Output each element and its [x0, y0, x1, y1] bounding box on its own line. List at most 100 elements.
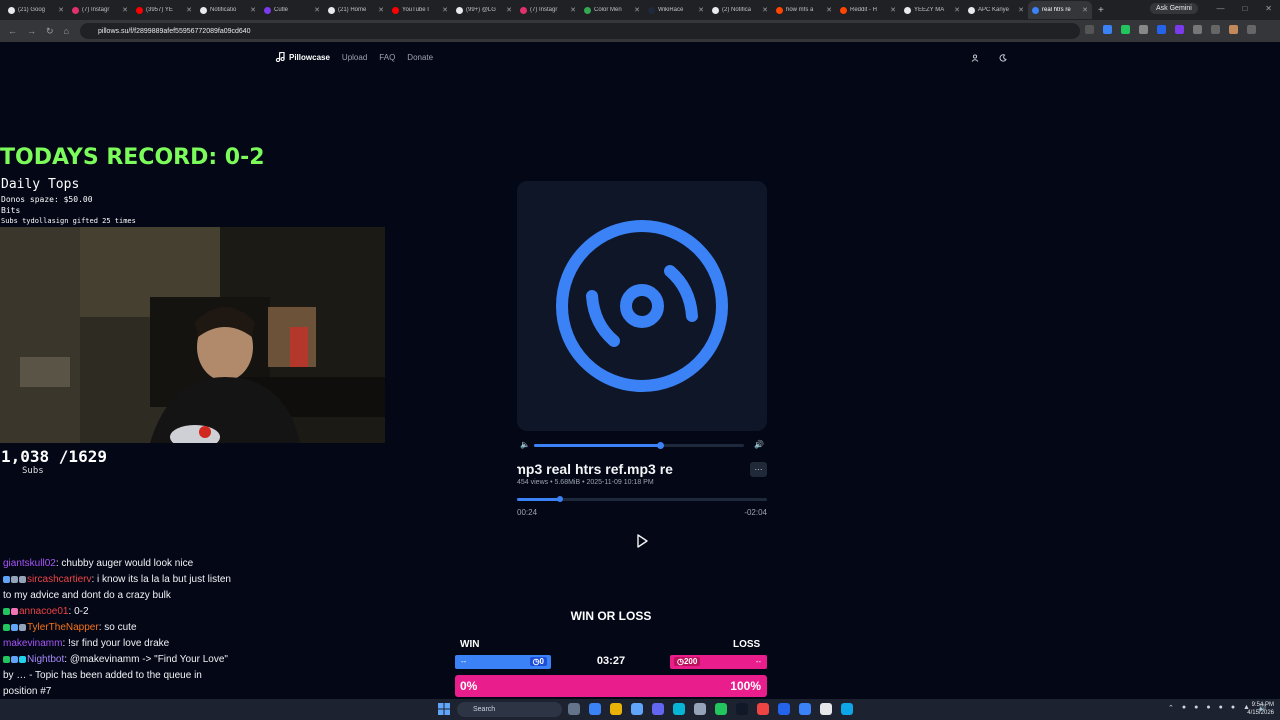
- tab-close-icon[interactable]: ✕: [122, 6, 128, 14]
- maximize-icon[interactable]: □: [1242, 4, 1247, 13]
- volume-high-icon[interactable]: 🔊: [754, 440, 764, 449]
- tab-close-icon[interactable]: ✕: [698, 6, 704, 14]
- volume-low-icon[interactable]: 🔈: [520, 440, 530, 449]
- back-icon[interactable]: ←: [8, 26, 17, 37]
- address-bar-row: ← → ↻ ⌂ pillows.su/f/f2899889afef5595677…: [0, 20, 1280, 42]
- tab-close-icon[interactable]: ✕: [442, 6, 448, 14]
- tray-app-icon[interactable]: ●: [1194, 704, 1198, 712]
- chat-username[interactable]: annacoe01: [19, 606, 69, 617]
- browser-tab[interactable]: Notificatio ✕: [196, 1, 260, 19]
- volume-knob[interactable]: [657, 442, 664, 449]
- tray-app-icon[interactable]: ●: [1231, 704, 1235, 712]
- app-icon[interactable]: [778, 703, 790, 715]
- tray-app-icon[interactable]: ●: [1206, 704, 1210, 712]
- edge-icon[interactable]: [841, 703, 853, 715]
- chat-username[interactable]: Nightbot: [27, 654, 64, 665]
- tab-close-icon[interactable]: ✕: [314, 6, 320, 14]
- windows-start-icon[interactable]: [438, 703, 450, 715]
- nav-donate[interactable]: Donate: [407, 53, 433, 62]
- taskbar-search[interactable]: Search: [457, 702, 562, 717]
- chat-username[interactable]: TylerTheNapper: [27, 622, 99, 633]
- extension-icon[interactable]: [1139, 25, 1148, 34]
- app-icon[interactable]: [673, 703, 685, 715]
- progress-knob[interactable]: [556, 496, 563, 502]
- browser-tab[interactable]: real htrs re ✕: [1028, 1, 1092, 19]
- minimize-icon[interactable]: —: [1216, 4, 1224, 13]
- user-icon[interactable]: [968, 51, 982, 65]
- new-tab-button[interactable]: +: [1098, 5, 1104, 16]
- file-explorer-icon[interactable]: [610, 703, 622, 715]
- browser-tab[interactable]: APC Kanye ✕: [964, 1, 1028, 19]
- tab-close-icon[interactable]: ✕: [58, 6, 64, 14]
- tab-close-icon[interactable]: ✕: [634, 6, 640, 14]
- chat-username[interactable]: sircashcartierv: [27, 574, 91, 585]
- profile-avatar[interactable]: [1229, 25, 1238, 34]
- brand-logo[interactable]: Pillowcase: [275, 52, 330, 62]
- app-icon[interactable]: [820, 703, 832, 715]
- forward-icon[interactable]: →: [27, 26, 36, 37]
- reload-icon[interactable]: ↻: [46, 26, 54, 37]
- tab-close-icon[interactable]: ✕: [570, 6, 576, 14]
- ask-gemini-button[interactable]: Ask Gemini: [1150, 3, 1198, 14]
- url-text: pillows.su/f/f2899889afef55956772089fa09…: [98, 27, 251, 35]
- nav-faq[interactable]: FAQ: [379, 53, 395, 62]
- app-icon[interactable]: [631, 703, 643, 715]
- browser-tab[interactable]: YEEZY MA ✕: [900, 1, 964, 19]
- browser-tab[interactable]: (99+) @LG ✕: [452, 1, 516, 19]
- app-icon[interactable]: [652, 703, 664, 715]
- taskbar-clock[interactable]: 9:54 PM 4/15/2026: [1240, 701, 1274, 717]
- app-icon[interactable]: [694, 703, 706, 715]
- browser-tab[interactable]: Cutle ✕: [260, 1, 324, 19]
- browser-tab[interactable]: how mfs a ✕: [772, 1, 836, 19]
- tab-close-icon[interactable]: ✕: [506, 6, 512, 14]
- extension-icon[interactable]: [1103, 25, 1112, 34]
- tab-close-icon[interactable]: ✕: [890, 6, 896, 14]
- chat-username[interactable]: giantskull02: [3, 558, 56, 569]
- tab-close-icon[interactable]: ✕: [826, 6, 832, 14]
- app-icon[interactable]: [799, 703, 811, 715]
- tab-close-icon[interactable]: ✕: [762, 6, 768, 14]
- browser-tab[interactable]: YouTube I ✕: [388, 1, 452, 19]
- progress-bar[interactable]: [517, 496, 767, 502]
- browser-tab[interactable]: Reddit - H ✕: [836, 1, 900, 19]
- chat-username[interactable]: makevinamm: [3, 638, 62, 649]
- home-icon[interactable]: ⌂: [64, 26, 69, 37]
- extensions-puzzle-icon[interactable]: [1193, 25, 1202, 34]
- volume-slider[interactable]: [534, 442, 744, 449]
- extension-icon[interactable]: [1121, 25, 1130, 34]
- browser-tab[interactable]: (21) Home ✕: [324, 1, 388, 19]
- tray-chevron-icon[interactable]: ⌃: [1168, 704, 1174, 712]
- spotify-icon[interactable]: [715, 703, 727, 715]
- x-app-icon[interactable]: [736, 703, 748, 715]
- chrome-icon[interactable]: [589, 703, 601, 715]
- task-view-icon[interactable]: [568, 703, 580, 715]
- tray-app-icon[interactable]: ●: [1219, 704, 1223, 712]
- browser-tab[interactable]: WikiRace ✕: [644, 1, 708, 19]
- theme-moon-icon[interactable]: [996, 51, 1010, 65]
- browser-tab[interactable]: (7) Instagr ✕: [68, 1, 132, 19]
- bookmark-star-icon[interactable]: [1085, 25, 1094, 34]
- tab-title: (2) Notifica: [722, 7, 752, 13]
- browser-tab[interactable]: (3957) YE ✕: [132, 1, 196, 19]
- tab-close-icon[interactable]: ✕: [250, 6, 256, 14]
- tab-close-icon[interactable]: ✕: [954, 6, 960, 14]
- nav-upload[interactable]: Upload: [342, 53, 367, 62]
- menu-icon[interactable]: [1247, 25, 1256, 34]
- play-button[interactable]: [634, 533, 650, 549]
- extension-icon[interactable]: [1175, 25, 1184, 34]
- url-field[interactable]: pillows.su/f/f2899889afef55956772089fa09…: [80, 23, 1080, 39]
- browser-tab[interactable]: (21) Goog ✕: [4, 1, 68, 19]
- browser-tab[interactable]: Color Men ✕: [580, 1, 644, 19]
- browser-tab[interactable]: (2) Notifica ✕: [708, 1, 772, 19]
- tray-app-icon[interactable]: ●: [1182, 704, 1186, 712]
- tab-close-icon[interactable]: ✕: [1082, 6, 1088, 14]
- extension-icon[interactable]: [1157, 25, 1166, 34]
- sidebar-icon[interactable]: [1211, 25, 1220, 34]
- browser-tab[interactable]: (7) Instagr ✕: [516, 1, 580, 19]
- tab-close-icon[interactable]: ✕: [186, 6, 192, 14]
- tab-close-icon[interactable]: ✕: [1018, 6, 1024, 14]
- more-options-button[interactable]: ···: [750, 462, 767, 477]
- close-window-icon[interactable]: ✕: [1265, 4, 1272, 13]
- app-icon[interactable]: [757, 703, 769, 715]
- tab-close-icon[interactable]: ✕: [378, 6, 384, 14]
